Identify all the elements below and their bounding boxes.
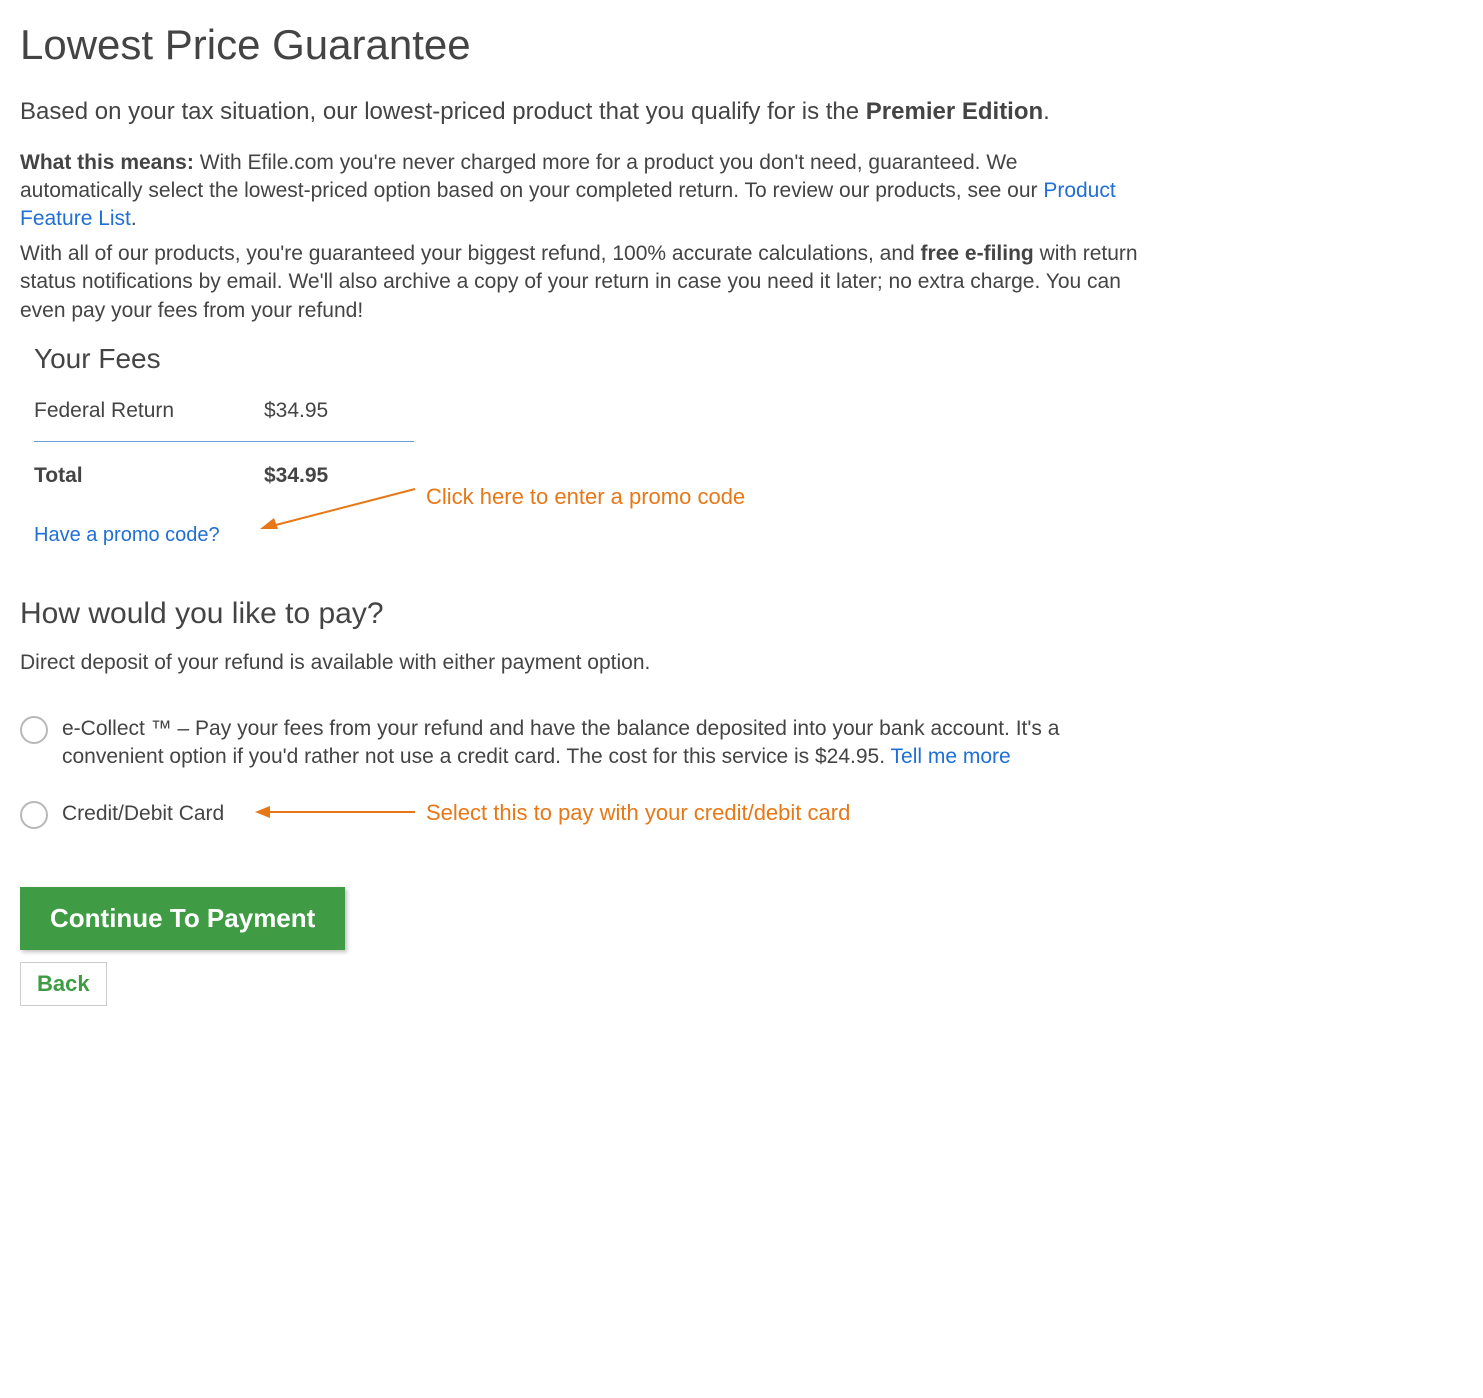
callout-promo: Click here to enter a promo code [250,479,745,539]
page-title: Lowest Price Guarantee [20,20,1140,70]
fees-separator [34,441,414,442]
what-means-tail: . [131,207,137,230]
fees-title: Your Fees [34,343,1140,375]
guarantee-bold: free e-filing [921,242,1034,265]
payment-option-card: Credit/Debit Card Select this to pay wit… [20,800,1140,829]
back-button[interactable]: Back [20,962,107,1006]
option2-text: Credit/Debit Card [62,802,224,825]
promo-code-link[interactable]: Have a promo code? [34,524,220,547]
payment-option-ecollect: e-Collect ™ – Pay your fees from your re… [20,715,1140,772]
pay-title: How would you like to pay? [20,597,1140,631]
pay-desc: Direct deposit of your refund is availab… [20,651,1140,675]
callout-card-text: Select this to pay with your credit/debi… [426,798,850,828]
lead-paragraph: Based on your tax situation, our lowest-… [20,96,1140,128]
callout-card: Select this to pay with your credit/debi… [250,798,850,828]
guarantee-paragraph: With all of our products, you're guarant… [20,240,1140,325]
radio-ecollect[interactable] [20,716,48,744]
callout-promo-text: Click here to enter a promo code [426,484,745,510]
fees-row-value: $34.95 [264,399,328,423]
lead-suffix: . [1043,98,1050,125]
fees-row-label: Federal Return [34,399,264,423]
radio-card[interactable] [20,801,48,829]
radio-ecollect-label: e-Collect ™ – Pay your fees from your re… [62,715,1140,772]
what-means-paragraph: What this means: With Efile.com you're n… [20,149,1140,234]
lead-product: Premier Edition [866,98,1043,125]
guarantee-prefix: With all of our products, you're guarant… [20,242,921,265]
what-means-label: What this means: [20,151,194,174]
arrow-icon [250,479,420,539]
fees-row-federal: Federal Return $34.95 [34,393,424,441]
lead-prefix: Based on your tax situation, our lowest-… [20,98,866,125]
tell-me-more-link[interactable]: Tell me more [891,745,1011,768]
continue-button[interactable]: Continue To Payment [20,887,345,950]
fees-total-label: Total [34,464,264,488]
arrow-icon [250,802,420,822]
fees-section: Your Fees Federal Return $34.95 Total $3… [20,343,1140,547]
